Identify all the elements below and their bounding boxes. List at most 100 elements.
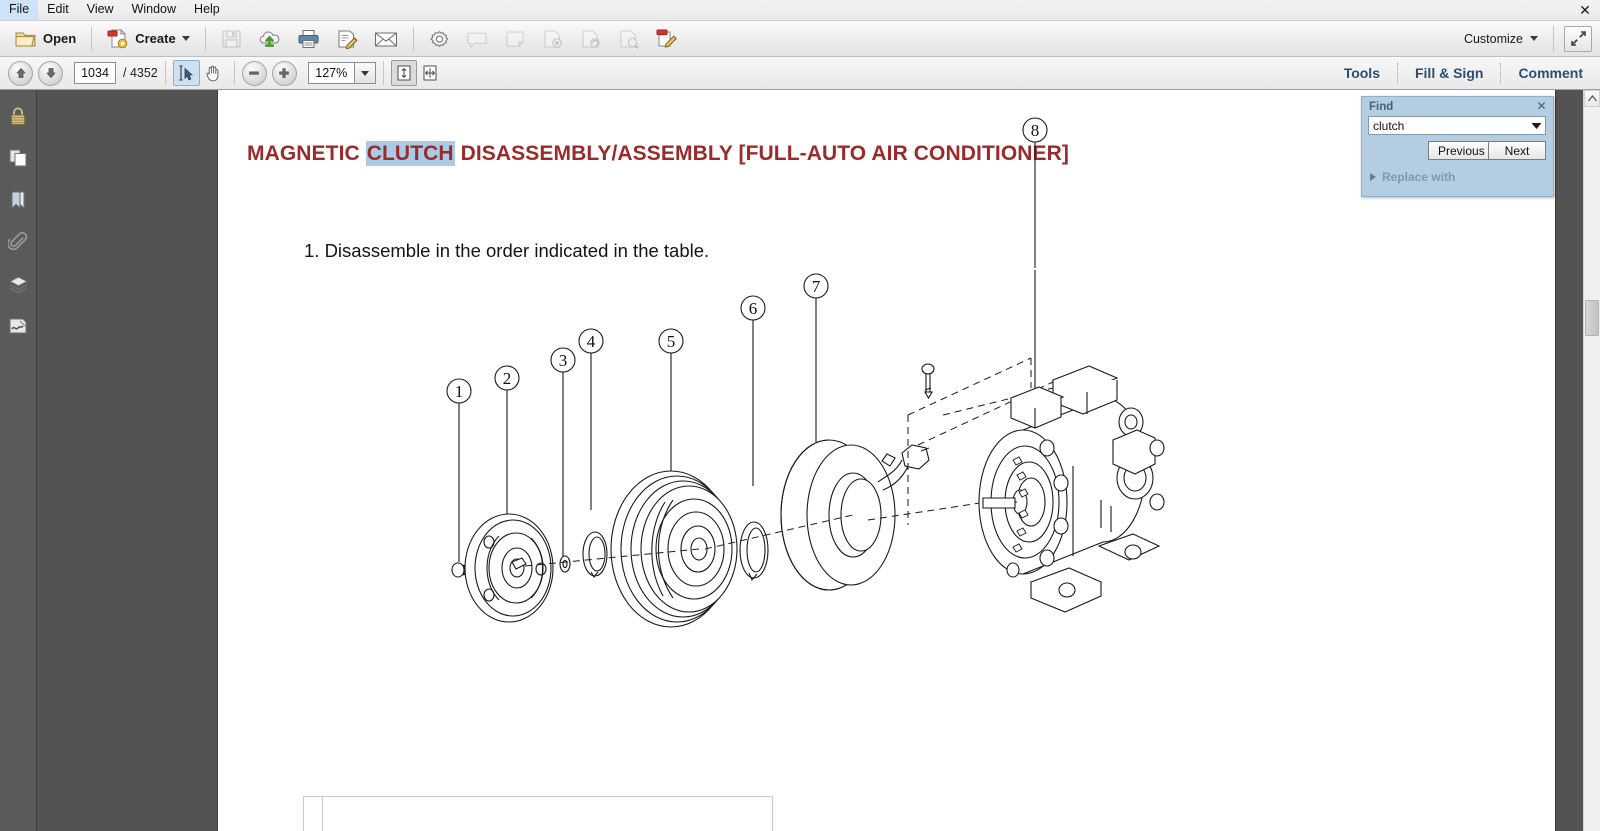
svg-text:1: 1 — [455, 382, 464, 401]
bookmark-icon — [8, 190, 28, 210]
table-column-divider — [322, 797, 323, 831]
print-icon — [297, 29, 320, 49]
parts-table — [303, 796, 773, 831]
window-close-button[interactable]: ✕ — [1574, 1, 1596, 19]
menu-view[interactable]: View — [78, 0, 123, 20]
replace-with-expander[interactable]: Replace with — [1370, 170, 1455, 184]
navigation-pane-rail — [0, 90, 37, 831]
zoom-level-input[interactable]: 127% — [307, 62, 354, 84]
chevron-down-icon — [360, 70, 369, 76]
find-history-dropdown-button[interactable] — [1528, 117, 1545, 134]
chevron-down-icon — [1530, 36, 1538, 41]
vertical-scrollbar[interactable] — [1583, 90, 1600, 831]
find-previous-button[interactable]: Previous — [1428, 141, 1495, 160]
sidebar-item-layers[interactable] — [4, 270, 32, 298]
expand-toolbar-button[interactable] — [1564, 25, 1592, 52]
page-number-input[interactable]: 1034 — [74, 62, 116, 84]
tab-tools[interactable]: Tools — [1327, 57, 1397, 90]
sidebar-item-page-thumbnails[interactable] — [4, 144, 32, 172]
toolbar-separator — [382, 61, 384, 85]
page-title-before: MAGNETIC — [247, 142, 366, 165]
highlight-button[interactable] — [610, 24, 648, 54]
find-panel-title: Find — [1369, 101, 1394, 113]
attach-file-button[interactable] — [534, 24, 572, 54]
chevron-right-icon — [1370, 173, 1376, 181]
comment-button[interactable] — [458, 24, 496, 54]
toolbar-separator — [91, 26, 93, 51]
upload-cloud-button[interactable] — [250, 24, 289, 54]
main-toolbar: Open Create Customize — [0, 21, 1600, 57]
edit-pdf-button[interactable] — [648, 24, 686, 54]
sidebar-item-signatures[interactable] — [4, 312, 32, 340]
open-button[interactable]: Open — [7, 24, 84, 54]
toolbar-separator — [204, 26, 206, 51]
upload-cloud-icon — [258, 29, 281, 49]
sticky-note-button[interactable] — [496, 24, 534, 54]
zoom-in-button[interactable] — [271, 60, 297, 86]
select-cursor-icon — [177, 64, 195, 82]
save-icon — [221, 29, 242, 49]
menu-file[interactable]: File — [0, 0, 39, 20]
svg-text:2: 2 — [503, 369, 512, 388]
previous-page-button[interactable] — [8, 60, 33, 86]
open-label: Open — [43, 31, 77, 46]
svg-text:5: 5 — [667, 332, 676, 351]
sign-document-button[interactable] — [328, 24, 366, 54]
attachments-paperclip-icon — [8, 232, 28, 252]
email-icon — [374, 29, 398, 49]
settings-gear-icon — [429, 29, 450, 49]
toolbar-separator — [1553, 25, 1554, 52]
chevron-down-icon — [181, 36, 190, 41]
svg-text:8: 8 — [1031, 121, 1040, 140]
sidebar-item-security[interactable] — [4, 102, 32, 130]
sidebar-item-attachments[interactable] — [4, 228, 32, 256]
tab-comment[interactable]: Comment — [1501, 57, 1600, 90]
toolbar-separator — [164, 61, 166, 85]
email-button[interactable] — [366, 24, 406, 54]
right-tab-group: Tools Fill & Sign Comment — [1327, 57, 1600, 90]
page-thumbnails-icon — [8, 148, 28, 168]
hand-tool-button[interactable] — [200, 60, 227, 86]
pdf-reader-window: File Edit View Window Help ✕ Open Create… — [0, 0, 1600, 831]
customize-label: Customize — [1463, 31, 1523, 46]
menu-edit[interactable]: Edit — [38, 0, 78, 20]
sidebar-item-bookmarks[interactable] — [4, 186, 32, 214]
customize-button[interactable]: Customize — [1455, 28, 1547, 50]
create-label: Create — [135, 31, 176, 46]
exploded-assembly-diagram: 1 2 3 4 5 6 7 — [413, 270, 1173, 770]
tab-fill-and-sign[interactable]: Fill & Sign — [1398, 57, 1500, 90]
highlight-icon — [618, 29, 640, 49]
fit-width-icon — [421, 64, 439, 82]
menu-window[interactable]: Window — [123, 0, 185, 20]
stamp-button[interactable] — [572, 24, 610, 54]
scroll-up-button[interactable] — [1584, 90, 1600, 107]
find-input[interactable] — [1369, 117, 1528, 134]
scroll-thumb[interactable] — [1585, 300, 1599, 336]
print-button[interactable] — [289, 24, 328, 54]
toolbar-separator — [233, 61, 235, 85]
select-tool-button[interactable] — [172, 60, 200, 86]
settings-button[interactable] — [421, 24, 458, 54]
menu-help[interactable]: Help — [185, 0, 229, 20]
fit-page-button[interactable] — [390, 60, 417, 86]
menu-bar: File Edit View Window Help ✕ — [0, 0, 1600, 21]
next-page-button[interactable] — [38, 60, 63, 86]
edit-pdf-icon — [656, 28, 678, 49]
sign-icon — [336, 29, 358, 49]
replace-with-label: Replace with — [1382, 170, 1456, 184]
fit-width-button[interactable] — [417, 60, 443, 86]
create-button[interactable]: Create — [99, 24, 197, 54]
document-viewport[interactable]: MAGNETIC CLUTCH DISASSEMBLY/ASSEMBLY [FU… — [38, 90, 1583, 831]
save-button[interactable] — [213, 24, 250, 54]
minus-icon — [247, 66, 261, 80]
find-next-button[interactable]: Next — [1488, 141, 1546, 160]
find-input-wrapper — [1368, 116, 1546, 135]
zoom-out-button[interactable] — [241, 60, 267, 86]
sticky-note-icon — [504, 29, 526, 49]
page-total-label: / 4352 — [123, 66, 158, 80]
svg-text:7: 7 — [812, 277, 821, 296]
find-close-button[interactable]: ✕ — [1535, 99, 1548, 113]
arrow-up-icon — [14, 66, 28, 80]
create-icon — [107, 28, 129, 49]
zoom-dropdown-button[interactable] — [353, 62, 376, 84]
